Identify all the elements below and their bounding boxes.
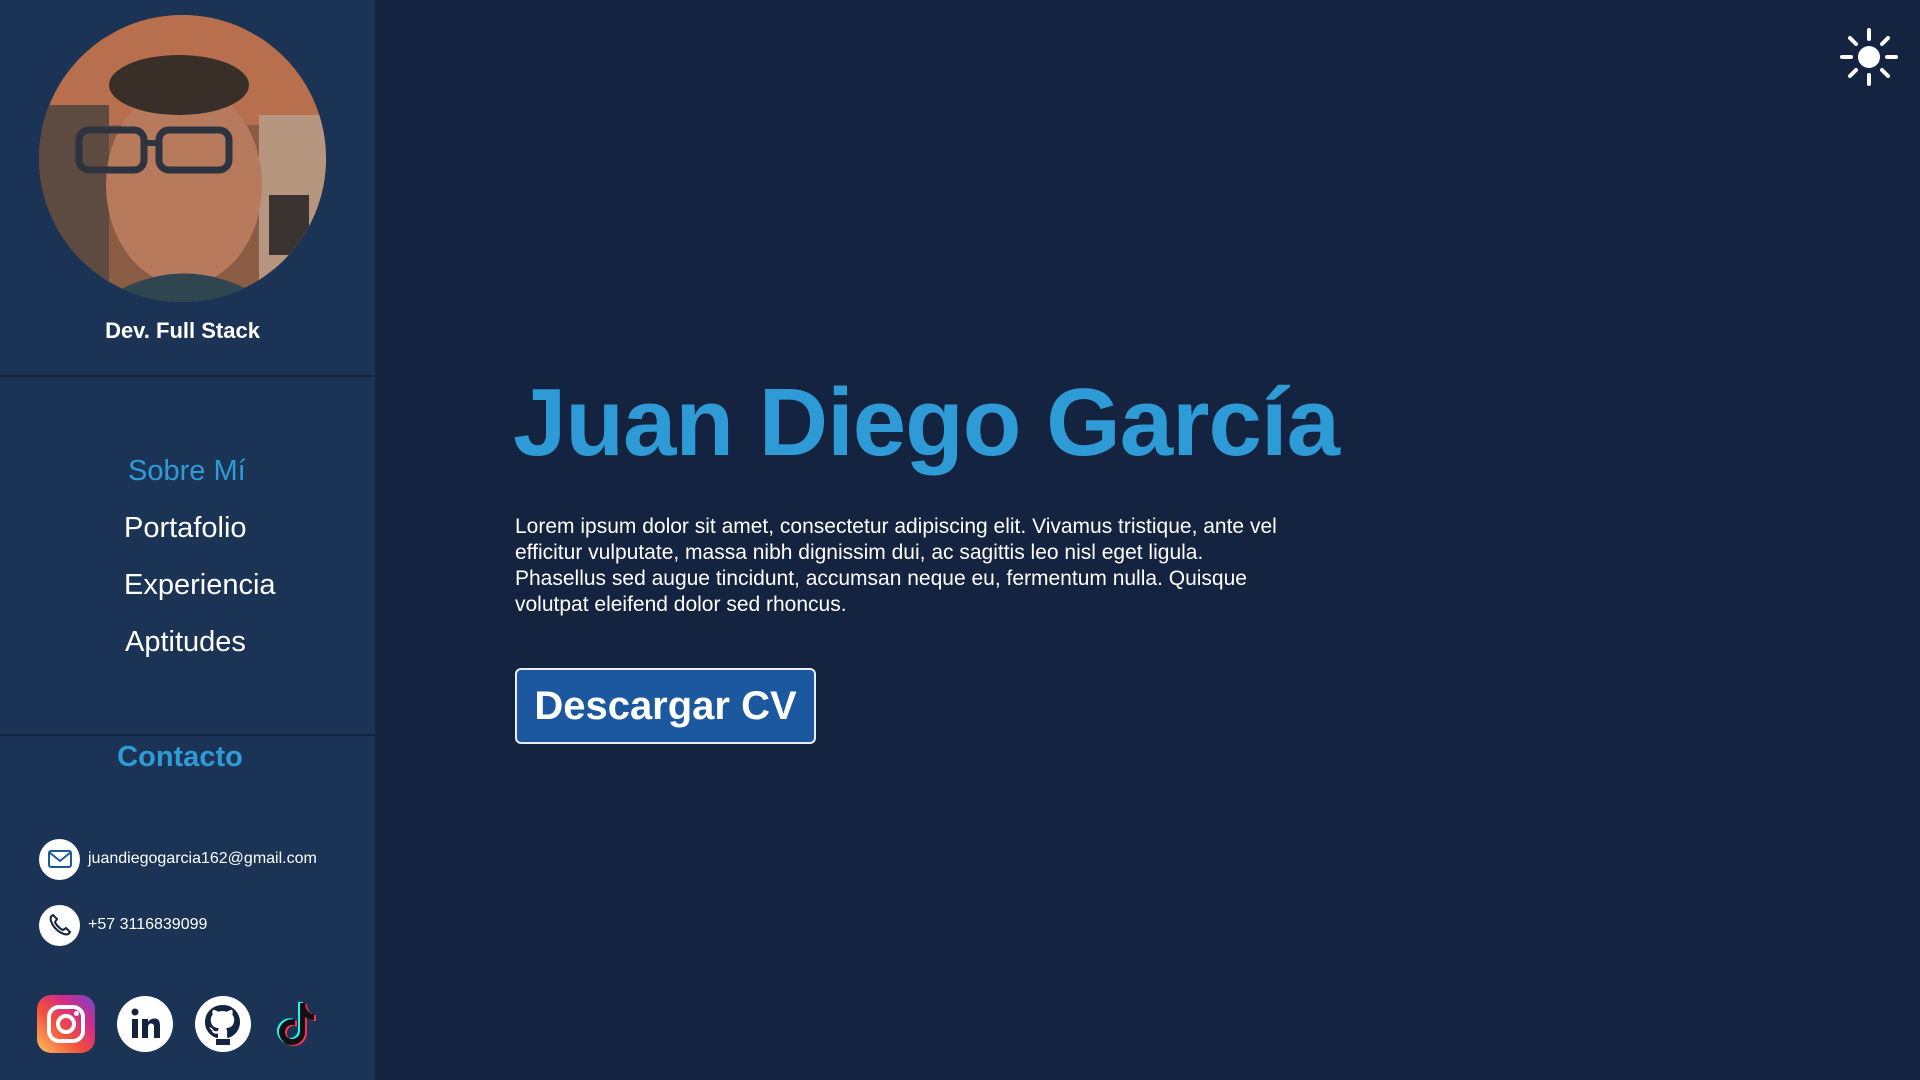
github-icon[interactable]	[194, 995, 252, 1053]
nav-item-aptitudes[interactable]: Aptitudes	[125, 626, 246, 659]
sun-icon[interactable]	[1840, 28, 1898, 86]
phone-icon	[39, 904, 80, 946]
nav-item-experiencia[interactable]: Experiencia	[124, 569, 276, 602]
phone-text[interactable]: +57 3116839099	[88, 916, 207, 934]
mail-icon	[39, 838, 80, 880]
contact-phone[interactable]: +57 3116839099	[39, 904, 207, 946]
sidebar: Dev. Full Stack Sobre Mí Portafolio Expe…	[0, 0, 375, 1080]
role-title: Dev. Full Stack	[105, 318, 260, 343]
main-title: Juan Diego García	[513, 369, 1340, 476]
linkedin-icon[interactable]	[116, 995, 174, 1053]
email-text[interactable]: juandiegogarcia162@gmail.com	[88, 850, 317, 868]
nav-item-sobre-mi[interactable]: Sobre Mí	[128, 455, 246, 488]
contact-email[interactable]: juandiegogarcia162@gmail.com	[39, 838, 317, 880]
tiktok-icon[interactable]	[270, 995, 328, 1053]
avatar	[39, 15, 326, 302]
instagram-icon[interactable]	[37, 995, 95, 1053]
divider	[0, 375, 375, 377]
divider	[0, 734, 375, 736]
nav-item-portafolio[interactable]: Portafolio	[124, 512, 247, 545]
download-cv-button[interactable]: Descargar CV	[515, 668, 816, 744]
description-text: Lorem ipsum dolor sit amet, consectetur …	[515, 515, 1277, 616]
contact-title: Contacto	[117, 741, 243, 773]
